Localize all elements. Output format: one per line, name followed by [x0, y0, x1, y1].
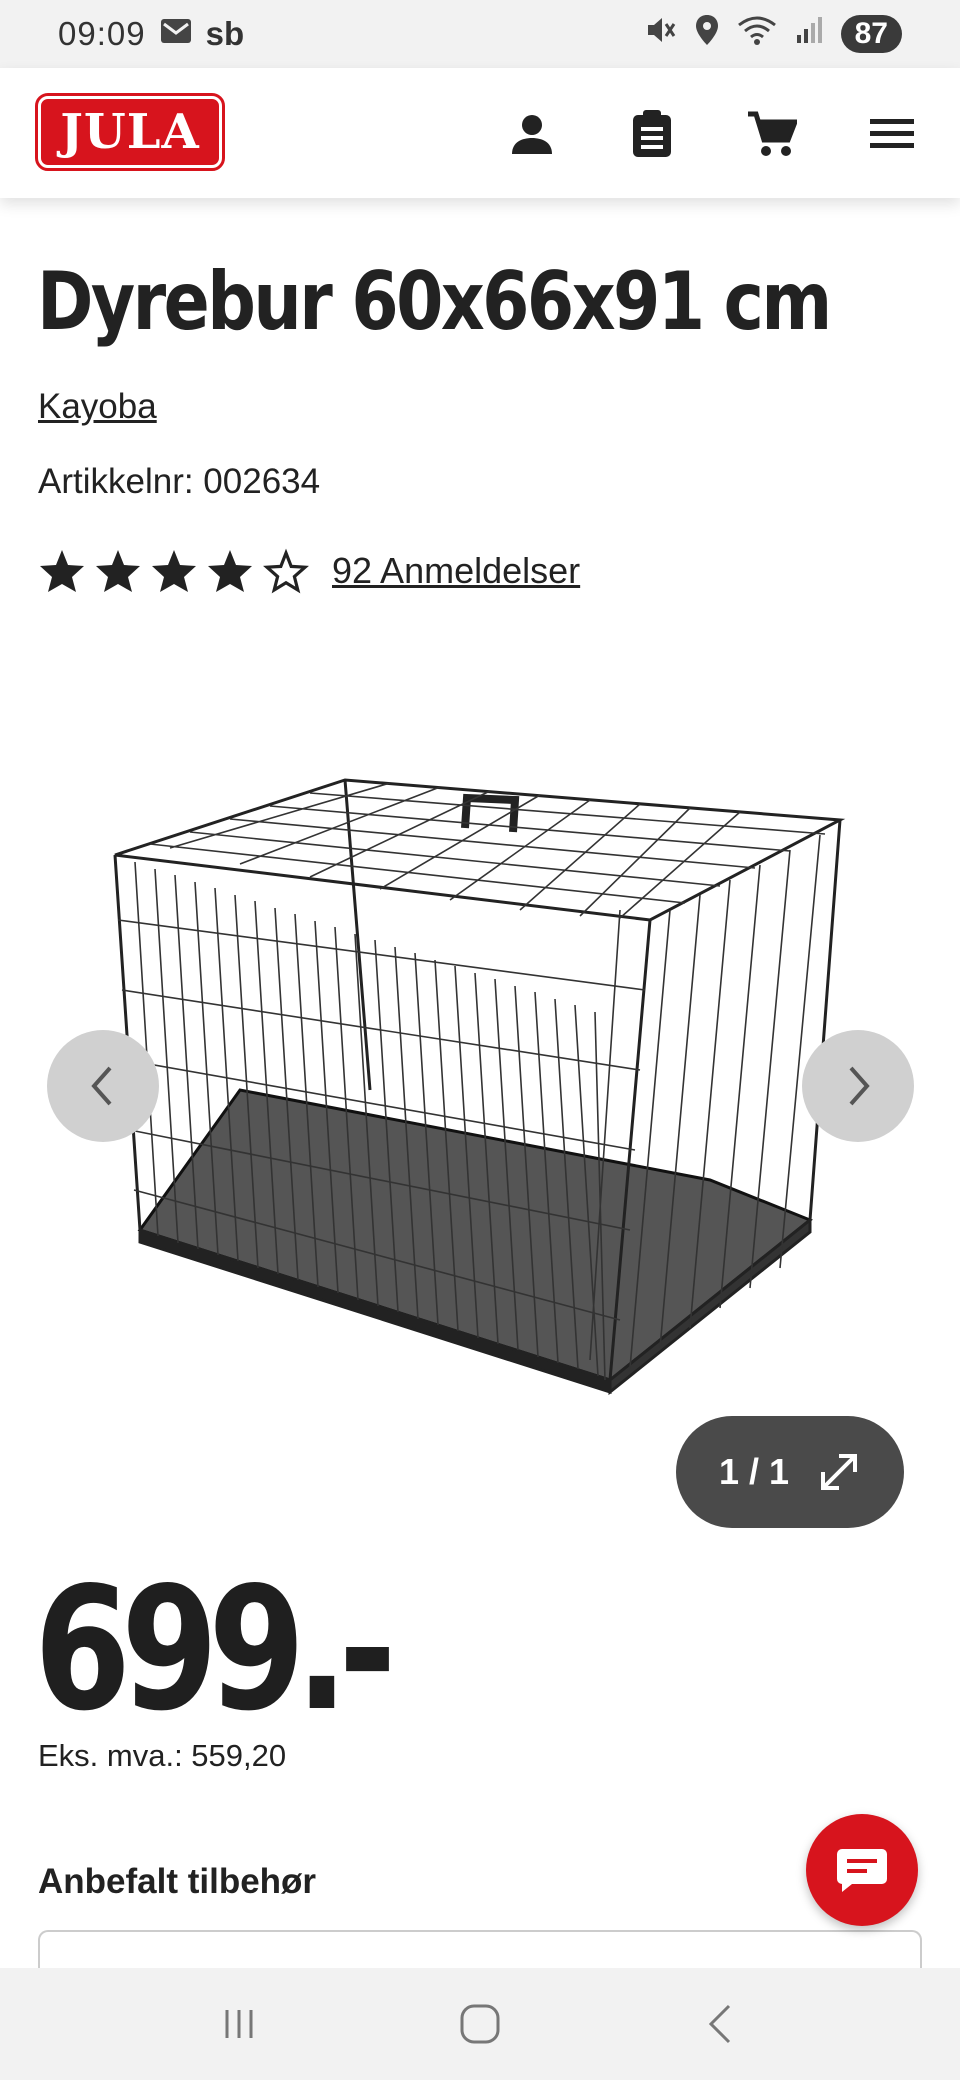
- accessories-heading: Anbefalt tilbehør: [38, 1862, 317, 1901]
- status-time: 09:09: [58, 15, 146, 52]
- star-filled-icon: [152, 550, 196, 592]
- chat-icon: [837, 1849, 887, 1892]
- star-filled-icon: [40, 550, 84, 592]
- star-empty-icon: [263, 548, 309, 594]
- battery-indicator: 87: [840, 15, 902, 53]
- clipboard-icon[interactable]: [622, 104, 682, 164]
- cart-icon[interactable]: [742, 104, 802, 164]
- product-title: Dyrebur 60x66x91 cm: [37, 255, 832, 348]
- star-rating: [38, 548, 310, 594]
- account-icon[interactable]: [502, 104, 562, 164]
- home-icon[interactable]: [458, 2002, 502, 2046]
- chevron-left-icon: [91, 1066, 112, 1106]
- recent-apps-icon[interactable]: [219, 2004, 259, 2044]
- mute-icon: [645, 15, 677, 53]
- chevron-right-icon: [849, 1066, 870, 1106]
- location-icon: [695, 14, 719, 54]
- image-counter: 1 / 1: [718, 1451, 790, 1492]
- signal-icon: [795, 15, 823, 53]
- menu-icon[interactable]: [862, 104, 922, 164]
- brand-link[interactable]: Kayoba: [38, 387, 157, 427]
- product-price: 699.-: [34, 1551, 396, 1749]
- star-filled-icon: [96, 550, 140, 592]
- reviews-link[interactable]: 92 Anmeldelser: [332, 550, 580, 592]
- jula-logo[interactable]: JULA: [35, 93, 225, 171]
- chat-button[interactable]: [806, 1814, 918, 1926]
- expand-icon: [821, 1454, 858, 1490]
- wifi-icon: [737, 15, 777, 53]
- next-image-button[interactable]: [802, 1030, 914, 1142]
- mail-icon: [160, 15, 192, 53]
- status-carrier: sb: [205, 15, 245, 52]
- rating-row[interactable]: 92 Anmeldelser: [38, 548, 580, 594]
- back-icon[interactable]: [701, 2002, 741, 2046]
- star-filled-icon: [208, 550, 252, 592]
- status-bar: 09:09 sb 87: [0, 0, 960, 68]
- article-number: Artikkelnr: 002634: [38, 462, 321, 501]
- system-nav-bar: [0, 1968, 960, 2080]
- site-header: JULA: [0, 68, 960, 198]
- price-ex-vat: Eks. mva.: 559,20: [38, 1738, 287, 1773]
- prev-image-button[interactable]: [47, 1030, 159, 1142]
- product-image[interactable]: [110, 760, 860, 1400]
- image-counter-button[interactable]: 1 / 1: [676, 1416, 904, 1528]
